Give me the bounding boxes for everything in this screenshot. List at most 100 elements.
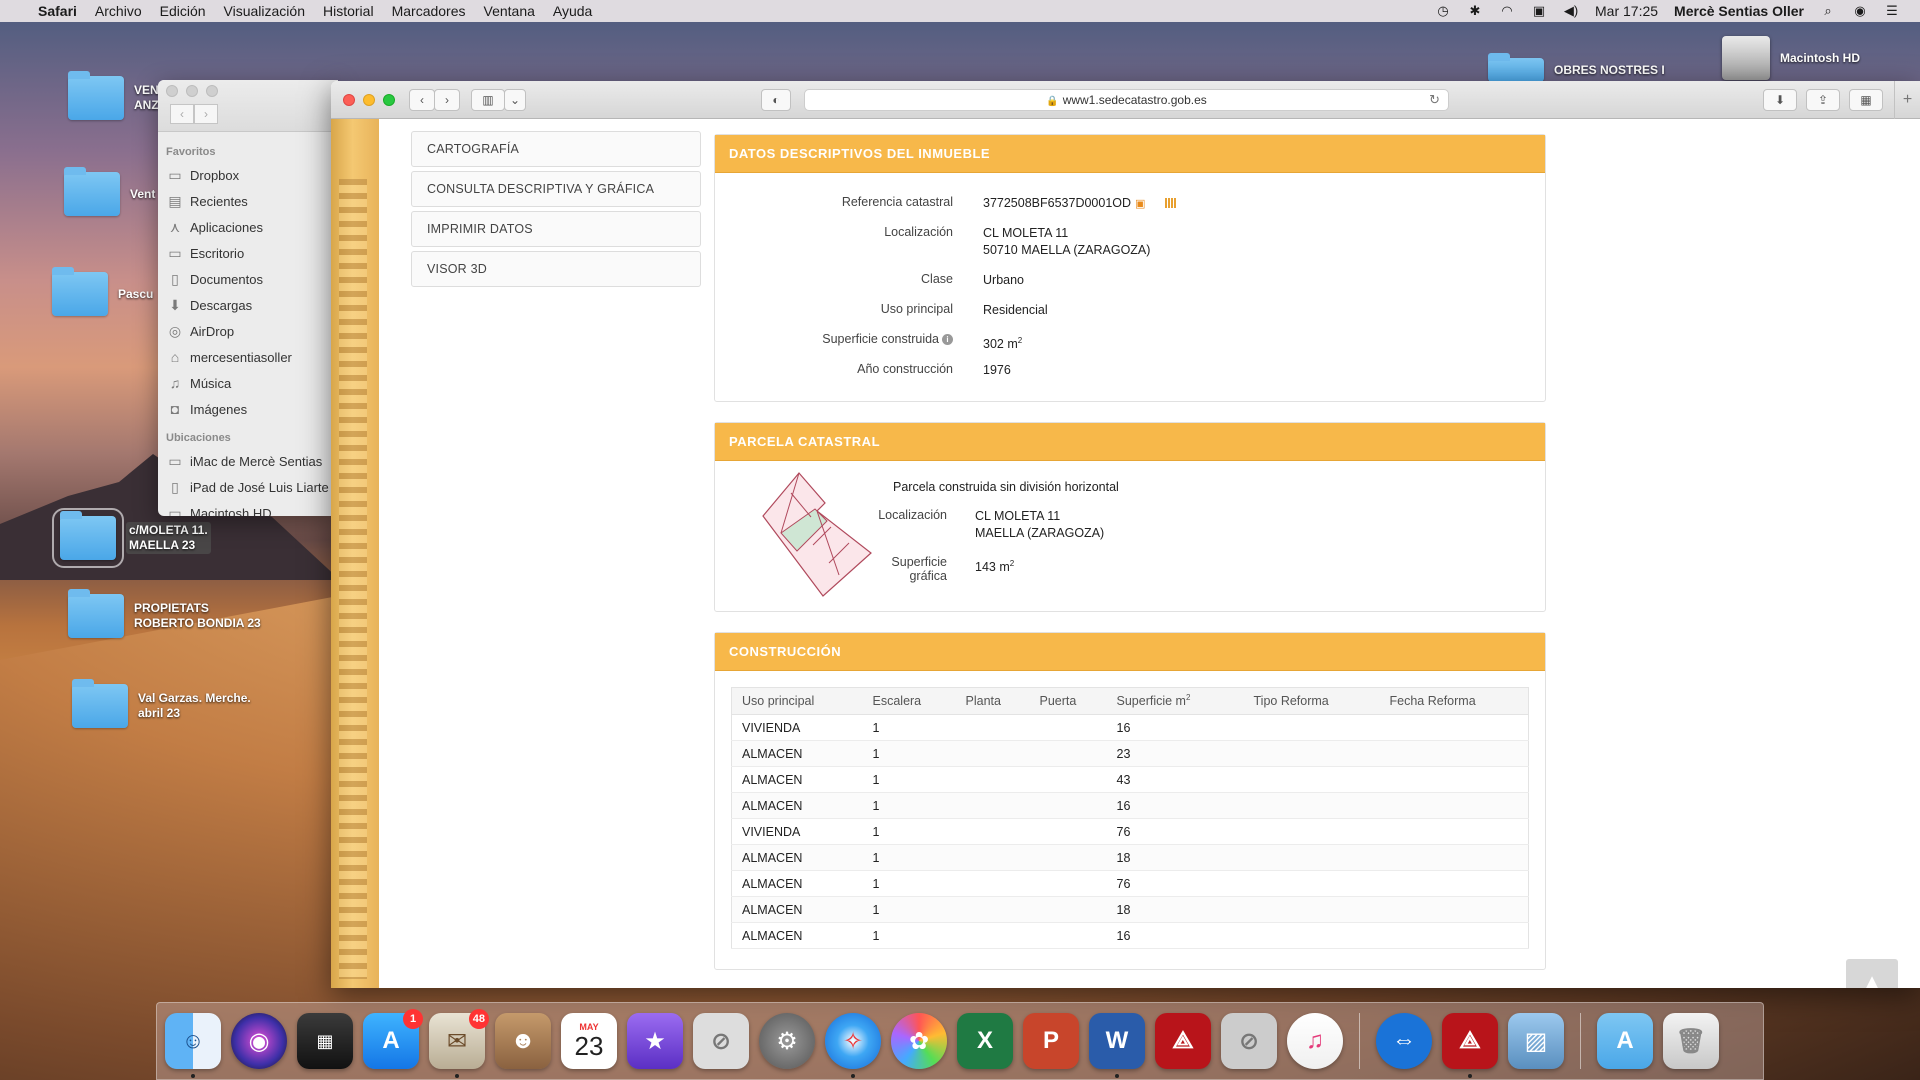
mail-dock-icon[interactable]: ✉ 48 — [429, 1009, 489, 1078]
finder-item-airdrop[interactable]: ◎ AirDrop — [166, 318, 330, 344]
powerpoint-dock-icon[interactable]: P — [1023, 1013, 1079, 1069]
finder-item-macintosh-hd[interactable]: ▭ Macintosh HD — [166, 500, 330, 517]
reload-icon[interactable]: ↻ — [1429, 90, 1440, 110]
desktop-folder[interactable]: OBRES NOSTRES I — [1488, 53, 1665, 82]
time-machine-icon[interactable]: ◷ — [1435, 4, 1451, 18]
preview-dock-icon[interactable]: ▨ — [1508, 1013, 1564, 1069]
menu-ayuda[interactable]: Ayuda — [553, 3, 592, 19]
finder-item-imagenes[interactable]: ◘ Imágenes — [166, 396, 330, 422]
plus-icon: + — [1902, 91, 1913, 108]
scroll-to-top-button[interactable]: ▲ — [1846, 959, 1898, 988]
menu-marcadores[interactable]: Marcadores — [392, 3, 466, 19]
zoom-button[interactable] — [383, 94, 395, 106]
menu-visor-3d[interactable]: VISOR 3D — [411, 251, 701, 287]
finder-item-documentos[interactable]: ▯ Documentos — [166, 266, 330, 292]
privacy-report-button[interactable]: ◐ — [761, 89, 791, 111]
finder-item-recientes[interactable]: ▤ Recientes — [166, 188, 330, 214]
menu-archivo[interactable]: Archivo — [95, 3, 142, 19]
col-superficie[interactable]: Superficie m2 — [1106, 687, 1244, 715]
app-store-dock-icon[interactable]: A1 — [363, 1009, 423, 1069]
col-puerta[interactable]: Puerta — [1029, 687, 1107, 715]
teamviewer-dock-icon[interactable]: ⇔ — [1376, 1013, 1432, 1069]
new-tab-button[interactable]: + — [1894, 81, 1920, 119]
display-icon[interactable]: ▣ — [1531, 4, 1547, 18]
disabled-app-dock-icon-2[interactable]: ⊘ — [1221, 1013, 1277, 1069]
menu-visualizacion[interactable]: Visualización — [224, 3, 305, 19]
wifi-icon[interactable]: ◠ — [1499, 4, 1515, 18]
menu-consulta-descriptiva[interactable]: CONSULTA DESCRIPTIVA Y GRÁFICA — [411, 171, 701, 207]
desktop-folder[interactable]: VEN ANZ — [68, 71, 159, 120]
menu-edicion[interactable]: Edición — [160, 3, 206, 19]
system-preferences-dock-icon[interactable]: ⚙ — [759, 1013, 815, 1069]
address-bar[interactable]: 🔒 www1.sedecatastro.gob.es ↻ — [804, 89, 1449, 111]
finder-zoom-button[interactable] — [206, 85, 218, 97]
close-button[interactable] — [343, 94, 355, 106]
col-escalera[interactable]: Escalera — [862, 687, 956, 715]
desktop-folder[interactable]: Pascu — [52, 267, 153, 316]
menu-imprimir-datos[interactable]: IMPRIMIR DATOS — [411, 211, 701, 247]
siri-icon[interactable]: ◉ — [1852, 4, 1868, 18]
finder-item-escritorio[interactable]: ▭ Escritorio — [166, 240, 330, 266]
bluetooth-icon[interactable]: ✱ — [1467, 4, 1483, 18]
photos-dock-icon[interactable]: ✿ — [891, 1013, 947, 1069]
finder-window[interactable]: ‹ › Favoritos ▭ Dropbox ▤ Recientes ⋏ Aplic… — [158, 80, 338, 516]
tab-overview-button[interactable]: ▦ — [1849, 89, 1883, 111]
col-uso[interactable]: Uso principal — [731, 687, 863, 715]
desktop-folder[interactable]: Val Garzas. Merche. abril 23 — [72, 679, 251, 728]
applications-folder-dock-icon[interactable]: A — [1597, 1013, 1653, 1069]
desktop-folder-selected[interactable]: c/MOLETA 11. MAELLA 23 — [52, 508, 211, 568]
imovie-dock-icon[interactable]: ★ — [627, 1013, 683, 1069]
trash-dock-icon[interactable]: 🗑 — [1663, 1013, 1719, 1069]
menu-app-name[interactable]: Safari — [38, 3, 77, 19]
finder-back-button[interactable]: ‹ — [170, 104, 194, 124]
forward-button[interactable]: › — [434, 89, 460, 111]
excel-dock-icon[interactable]: X — [957, 1013, 1013, 1069]
parcel-map-thumbnail[interactable] — [761, 471, 881, 601]
menu-ventana[interactable]: Ventana — [484, 3, 535, 19]
safari-window[interactable]: ‹ › ▥ ⌄ ◐ 🔒 www1.sedecatastro.gob.es ↻ ⬇ … — [331, 81, 1920, 988]
acrobat-reader-dock-icon[interactable]: ⟁ — [1442, 1013, 1498, 1078]
downloads-button[interactable]: ⬇ — [1763, 89, 1797, 111]
finder-item-musica[interactable]: ♫ Música — [166, 370, 330, 396]
finder-minimize-button[interactable] — [186, 85, 198, 97]
menu-historial[interactable]: Historial — [323, 3, 374, 19]
desktop-folder[interactable]: Vent — [64, 167, 155, 216]
mission-control-dock-icon[interactable]: ▦ — [297, 1013, 353, 1069]
finder-item-descargas[interactable]: ⬇ Descargas — [166, 292, 330, 318]
col-tipo-reforma[interactable]: Tipo Reforma — [1243, 687, 1380, 715]
desktop-folder[interactable]: PROPIETATS ROBERTO BONDIA 23 — [68, 589, 261, 638]
word-dock-icon[interactable]: W — [1089, 1013, 1145, 1078]
finder-item-imac[interactable]: ▭ iMac de Mercè Sentias — [166, 448, 330, 474]
info-icon[interactable]: i — [942, 334, 953, 345]
col-fecha-reforma[interactable]: Fecha Reforma — [1379, 687, 1529, 715]
safari-dock-icon[interactable]: ✧ — [825, 1013, 881, 1078]
copy-icon[interactable]: ▣ — [1135, 198, 1145, 210]
sidebar-toggle-button[interactable]: ▥ — [471, 89, 505, 111]
notification-center-icon[interactable]: ☰ — [1884, 4, 1900, 18]
share-button[interactable]: ⇪ — [1806, 89, 1840, 111]
back-button[interactable]: ‹ — [409, 89, 435, 111]
menu-cartografia[interactable]: CARTOGRAFÍA — [411, 131, 701, 167]
calendar-dock-icon[interactable]: MAY 23 — [561, 1013, 617, 1069]
music-dock-icon[interactable]: ♫ — [1287, 1013, 1343, 1069]
minimize-button[interactable] — [363, 94, 375, 106]
finder-close-button[interactable] — [166, 85, 178, 97]
menu-clock[interactable]: Mar 17:25 — [1595, 3, 1658, 19]
acrobat-dock-icon[interactable]: ⟁ — [1155, 1013, 1211, 1069]
sidebar-menu-button[interactable]: ⌄ — [504, 89, 526, 111]
finder-item-aplicaciones[interactable]: ⋏ Aplicaciones — [166, 214, 330, 240]
finder-forward-button[interactable]: › — [194, 104, 218, 124]
volume-icon[interactable]: ◀) — [1563, 4, 1579, 18]
col-planta[interactable]: Planta — [955, 687, 1030, 715]
contacts-dock-icon[interactable]: ☻ — [495, 1013, 551, 1069]
menu-user[interactable]: Mercè Sentias Oller — [1674, 3, 1804, 19]
finder-item-dropbox[interactable]: ▭ Dropbox — [166, 162, 330, 188]
barcode-icon[interactable] — [1165, 198, 1178, 208]
finder-item-home[interactable]: ⌂ mercesentiasoller — [166, 344, 330, 370]
finder-dock-icon[interactable]: ☺ — [165, 1013, 221, 1078]
siri-dock-icon[interactable]: ◉ — [231, 1013, 287, 1069]
finder-item-ipad[interactable]: ▯ iPad de José Luis Liarte — [166, 474, 330, 500]
desktop-hard-drive[interactable]: Macintosh HD — [1722, 36, 1860, 80]
spotlight-icon[interactable]: ⌕ — [1820, 4, 1836, 18]
disabled-app-dock-icon[interactable]: ⊘ — [693, 1013, 749, 1069]
